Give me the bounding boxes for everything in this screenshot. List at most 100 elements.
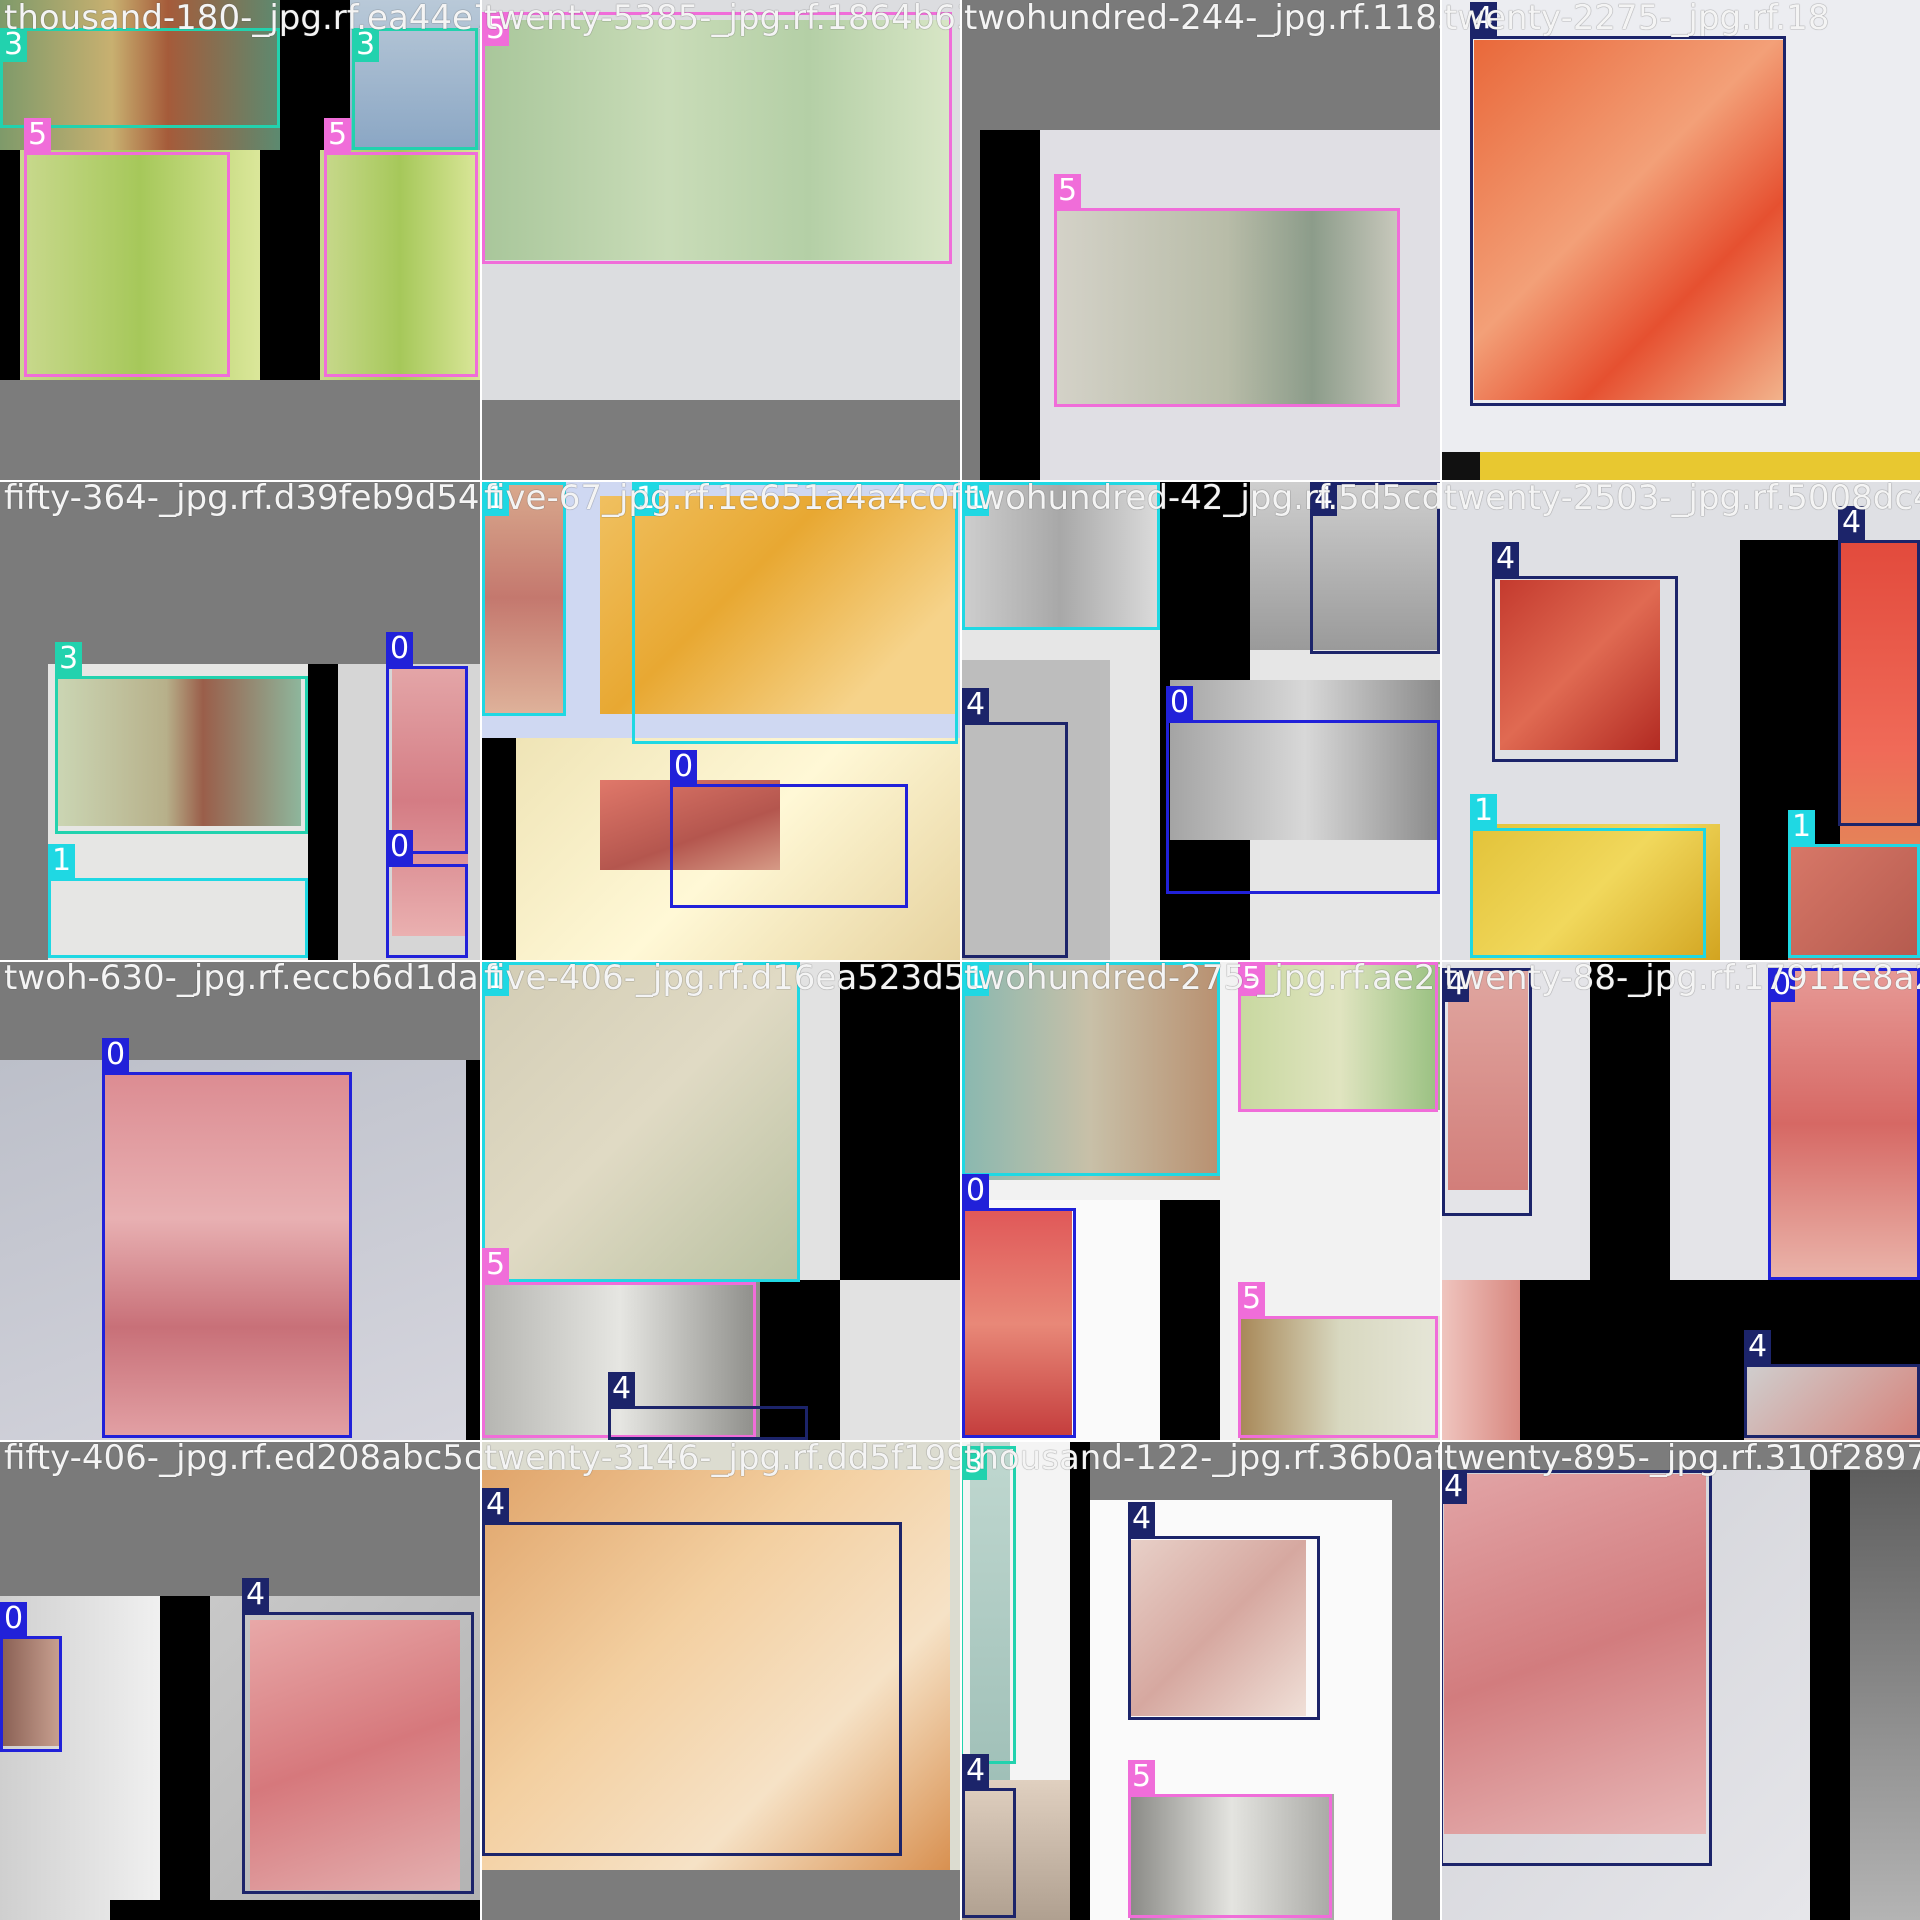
box-class-label: 5 xyxy=(482,1248,510,1282)
box-class-label: 4 xyxy=(1440,1470,1468,1504)
bounding-box: 0 xyxy=(962,1174,1076,1438)
bounding-box: 4 xyxy=(1310,482,1440,654)
image-region xyxy=(480,400,960,480)
box-class-label: 4 xyxy=(608,1372,636,1406)
image-region xyxy=(840,960,960,1280)
bounding-box: 4 xyxy=(1440,1470,1712,1866)
bounding-box: 1 xyxy=(482,962,800,1282)
tile-filename: twenty-2275-_jpg.rf.18 xyxy=(1444,0,1830,38)
image-region xyxy=(480,1870,960,1920)
bounding-box: 1 xyxy=(962,482,1160,630)
box-class-label: 0 xyxy=(0,1602,28,1636)
box-class-label: 3 xyxy=(0,28,28,62)
image-region xyxy=(308,664,338,960)
box-class-label: 4 xyxy=(1744,1330,1772,1364)
box-class-label: 4 xyxy=(1310,482,1338,516)
tile-8: 0 twoh-630-_jpg.rf.eccb6d1da3 xyxy=(0,960,480,1440)
tile-11: 4 0 4 twenty-88-_jpg.rf.17911e8a2 xyxy=(1440,960,1920,1440)
box-class-label: 4 xyxy=(482,1488,510,1522)
box-class-label: 5 xyxy=(1238,962,1266,996)
box-class-label: 0 xyxy=(670,750,698,784)
bounding-box: 5 xyxy=(1054,174,1400,407)
box-class-label: 3 xyxy=(960,1446,988,1480)
image-region xyxy=(1070,1440,1090,1920)
bounding-box: 0 xyxy=(0,1602,62,1752)
bounding-box: 0 xyxy=(1768,968,1920,1280)
tile-7: 4 4 1 1 twenty-2503-_jpg.rf.5008dc4a xyxy=(1440,480,1920,960)
box-class-label: 1 xyxy=(962,482,990,516)
tile-4: 3 0 0 1 fifty-364-_jpg.rf.d39feb9d544c5e… xyxy=(0,480,480,960)
bounding-box: 4 xyxy=(608,1372,808,1440)
box-class-label: 4 xyxy=(962,1754,990,1788)
image-region xyxy=(160,1596,210,1920)
bounding-box: 3 xyxy=(352,28,478,150)
image-region xyxy=(260,150,280,380)
tile-5: 1 1 0 five-67_jpg.rf.1e651a4a4c0f xyxy=(480,480,960,960)
bounding-box: 3 xyxy=(0,28,280,128)
bounding-box: 4 xyxy=(962,1754,1016,1918)
tile-divider xyxy=(0,1440,1920,1442)
tile-2: 5 twohundred-244-_jpg.rf.118340ab3 xyxy=(960,0,1440,480)
tile-12: 0 4 fifty-406-_jpg.rf.ed208abc5c3 xyxy=(0,1440,480,1920)
bounding-box: 5 xyxy=(1238,1282,1438,1438)
box-class-label: 0 xyxy=(1166,686,1194,720)
tile-0: 3 3 5 5 thousand-180-_jpg.rf.ea44e7b81a5… xyxy=(0,0,480,480)
bounding-box: 1 xyxy=(632,482,958,744)
box-class-label: 1 xyxy=(962,962,990,996)
image-region xyxy=(466,1060,480,1440)
tile-filename: fifty-364-_jpg.rf.d39feb9d544c5e75c3d4 xyxy=(4,480,480,518)
box-class-label: 1 xyxy=(48,844,76,878)
bounding-box: 1 xyxy=(962,962,1220,1176)
image-region xyxy=(1850,1470,1920,1920)
box-class-label: 0 xyxy=(962,1174,990,1208)
box-class-label: 1 xyxy=(1788,810,1816,844)
box-class-label: 5 xyxy=(1238,1282,1266,1316)
tile-14: 3 4 4 5 thousand-122-_jpg.rf.36b0af0d xyxy=(960,1440,1440,1920)
bounding-box: 4 xyxy=(1128,1502,1320,1720)
bounding-box: 4 xyxy=(962,688,1068,958)
box-class-label: 5 xyxy=(1054,174,1082,208)
box-class-label: 1 xyxy=(632,482,660,516)
box-class-label: 4 xyxy=(242,1578,270,1612)
bounding-box: 3 xyxy=(960,1446,1016,1764)
tile-13: 4 twenty-3146-_jpg.rf.dd5f19927 xyxy=(480,1440,960,1920)
box-class-label: 4 xyxy=(1492,542,1520,576)
tile-6: 1 4 4 0 twohundred-42_jpg.rf.5d5cd0ba0b0… xyxy=(960,480,1440,960)
bounding-box: 4 xyxy=(482,1488,902,1856)
bounding-box: 5 xyxy=(1238,962,1438,1112)
bounding-box: 4 xyxy=(1442,968,1532,1216)
bounding-box: 5 xyxy=(1128,1760,1332,1918)
image-region xyxy=(110,1900,480,1920)
bounding-box: 3 xyxy=(55,642,308,834)
box-class-label: 4 xyxy=(1442,968,1470,1002)
tile-10: 1 5 0 5 twohundred-275-_jpg.rf.ae27 xyxy=(960,960,1440,1440)
box-class-label: 0 xyxy=(386,632,414,666)
bounding-box: 0 xyxy=(670,750,908,908)
box-class-label: 3 xyxy=(55,642,83,676)
bounding-box: 4 xyxy=(1492,542,1678,762)
tile-9: 1 5 4 five-406-_jpg.rf.d16ea523d5 xyxy=(480,960,960,1440)
box-class-label: 4 xyxy=(962,688,990,722)
image-region xyxy=(0,150,20,380)
box-class-label: 0 xyxy=(1768,968,1796,1002)
bounding-box: 1 xyxy=(1788,810,1920,958)
box-class-label: 5 xyxy=(1128,1760,1156,1794)
bounding-box: 0 xyxy=(386,632,468,854)
image-region xyxy=(1440,1280,1520,1440)
bounding-box: 1 xyxy=(1470,794,1706,958)
tile-filename: twoh-630-_jpg.rf.eccb6d1da3 xyxy=(4,960,480,998)
image-region xyxy=(1810,1470,1850,1920)
tile-15: 4 twenty-895-_jpg.rf.310f28973c xyxy=(1440,1440,1920,1920)
bounding-box: 1 xyxy=(482,482,566,716)
bounding-box: 0 xyxy=(1166,686,1440,894)
bounding-box: 5 xyxy=(482,12,952,264)
image-region xyxy=(480,738,516,960)
box-class-label: 5 xyxy=(482,12,510,46)
box-class-label: 0 xyxy=(386,830,414,864)
bounding-box: 4 xyxy=(242,1578,474,1894)
bounding-box: 1 xyxy=(48,844,308,958)
tile-divider xyxy=(0,480,1920,482)
box-class-label: 4 xyxy=(1838,506,1866,540)
bounding-box: 5 xyxy=(24,118,230,377)
box-class-label: 5 xyxy=(24,118,52,152)
